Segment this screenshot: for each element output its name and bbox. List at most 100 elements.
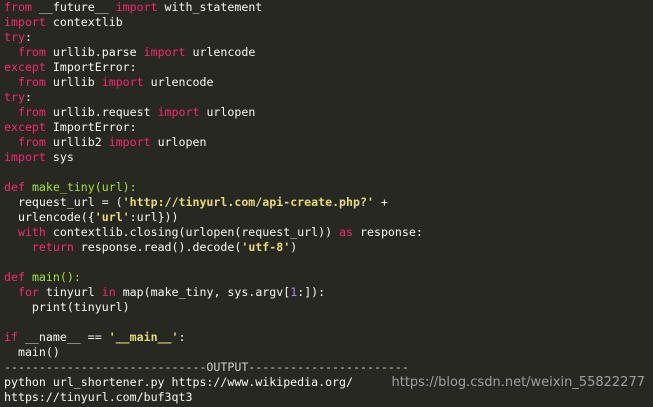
code-line: if __name__ == '__main__': xyxy=(4,330,649,345)
code-token: with_statement xyxy=(157,0,263,14)
code-token: print(tinyurl) xyxy=(4,300,130,314)
code-token: urlopen xyxy=(150,135,207,149)
code-token: from xyxy=(17,105,46,119)
code-token: : xyxy=(178,330,186,344)
code-line: except ImportError: xyxy=(4,60,649,75)
watermark: https://blog.csdn.net/weixin_55822277 xyxy=(391,375,645,390)
code-token: urllib xyxy=(45,75,102,89)
code-token: ImportError: xyxy=(45,120,137,134)
code-line: main() xyxy=(4,345,649,360)
code-token: 'url' xyxy=(94,210,130,224)
code-token: urllib.request xyxy=(45,105,158,119)
code-token: urlopen xyxy=(199,105,256,119)
code-line: try: xyxy=(4,90,649,105)
code-token: https://tinyurl.com/buf3qt3 xyxy=(4,390,193,404)
code-token: (): xyxy=(59,270,81,284)
code-token: ) xyxy=(290,240,298,254)
code-token: import xyxy=(101,75,144,89)
code-editor[interactable]: from __future__ import with_statement imp… xyxy=(0,0,653,407)
code-token: response.read().decode( xyxy=(73,240,242,254)
code-line: def make_tiny(url): xyxy=(4,180,649,195)
code-line: -----------------------------OUTPUT-----… xyxy=(4,360,649,375)
code-token: python url_shortener.py https://www.wiki… xyxy=(4,375,354,389)
code-line: import contextlib xyxy=(4,15,649,30)
code-token: with xyxy=(17,225,46,239)
code-token: urlencode xyxy=(185,45,256,59)
code-line: from urllib.request import urlopen xyxy=(4,105,649,120)
code-token: urlencode xyxy=(143,75,214,89)
code-token: return xyxy=(31,240,74,254)
code-token: import xyxy=(4,15,46,29)
code-token: (url): xyxy=(94,180,137,194)
code-token: map(make_tiny, sys.argv[ xyxy=(115,285,291,299)
code-token: tinyurl xyxy=(38,285,102,299)
code-token: as xyxy=(339,225,354,239)
code-token: main xyxy=(31,270,60,284)
code-token: __name__ == xyxy=(17,330,109,344)
code-token: import xyxy=(108,135,151,149)
code-line: from urllib2 import urlopen xyxy=(4,135,649,150)
code-line: https://tinyurl.com/buf3qt3 xyxy=(4,390,649,405)
code-token: :url})) xyxy=(129,210,179,224)
code-token: def xyxy=(4,270,25,284)
code-token: : xyxy=(24,90,32,104)
code-line: urlencode({'url':url})) xyxy=(4,210,649,225)
code-line: except ImportError: xyxy=(4,120,649,135)
code-token: try xyxy=(4,90,25,104)
code-line: try: xyxy=(4,30,649,45)
code-token: __future__ xyxy=(31,0,116,14)
code-token: from xyxy=(17,135,46,149)
code-token: urllib.parse xyxy=(45,45,144,59)
code-token: import xyxy=(143,45,186,59)
code-token: 'utf-8' xyxy=(241,240,291,254)
code-token: except xyxy=(4,120,46,134)
code-token: import xyxy=(115,0,158,14)
code-token: make_tiny xyxy=(31,180,95,194)
code-token: 'http://tinyurl.com/api-create.php?' xyxy=(122,195,374,209)
code-line: print(tinyurl) xyxy=(4,300,649,315)
code-token: + xyxy=(373,195,388,209)
code-line: from urllib import urlencode xyxy=(4,75,649,90)
code-token: def xyxy=(4,180,25,194)
code-line: return response.read().decode('utf-8') xyxy=(4,240,649,255)
code-line: from __future__ import with_statement xyxy=(4,0,649,15)
code-token: contextlib xyxy=(45,15,123,29)
code-line: request_url = ('http://tinyurl.com/api-c… xyxy=(4,195,649,210)
code-token: contextlib.closing(urlopen(request_url)) xyxy=(45,225,340,239)
code-token: from xyxy=(17,45,46,59)
code-token: response: xyxy=(353,225,423,239)
code-token: try xyxy=(4,30,25,44)
code-line: import sys xyxy=(4,150,649,165)
code-line: from urllib.parse import urlencode xyxy=(4,45,649,60)
code-token: -----------------------------OUTPUT-----… xyxy=(4,360,409,374)
code-token: ImportError: xyxy=(45,60,137,74)
code-token: : xyxy=(24,30,32,44)
code-token: from xyxy=(4,0,32,14)
code-token: urllib2 xyxy=(45,135,109,149)
code-line: with contextlib.closing(urlopen(request_… xyxy=(4,225,649,240)
code-token: request_url = ( xyxy=(4,195,123,209)
code-token: except xyxy=(4,60,46,74)
code-token: import xyxy=(157,105,200,119)
code-line: def main(): xyxy=(4,270,649,285)
code-token: from xyxy=(17,75,46,89)
code-token: import xyxy=(4,150,46,164)
code-token: :]): xyxy=(297,285,326,299)
code-token: '__main__' xyxy=(108,330,179,344)
code-token: main() xyxy=(4,345,60,359)
code-token: for xyxy=(17,285,39,299)
code-token: sys xyxy=(45,150,74,164)
code-line: for tinyurl in map(make_tiny, sys.argv[1… xyxy=(4,285,649,300)
